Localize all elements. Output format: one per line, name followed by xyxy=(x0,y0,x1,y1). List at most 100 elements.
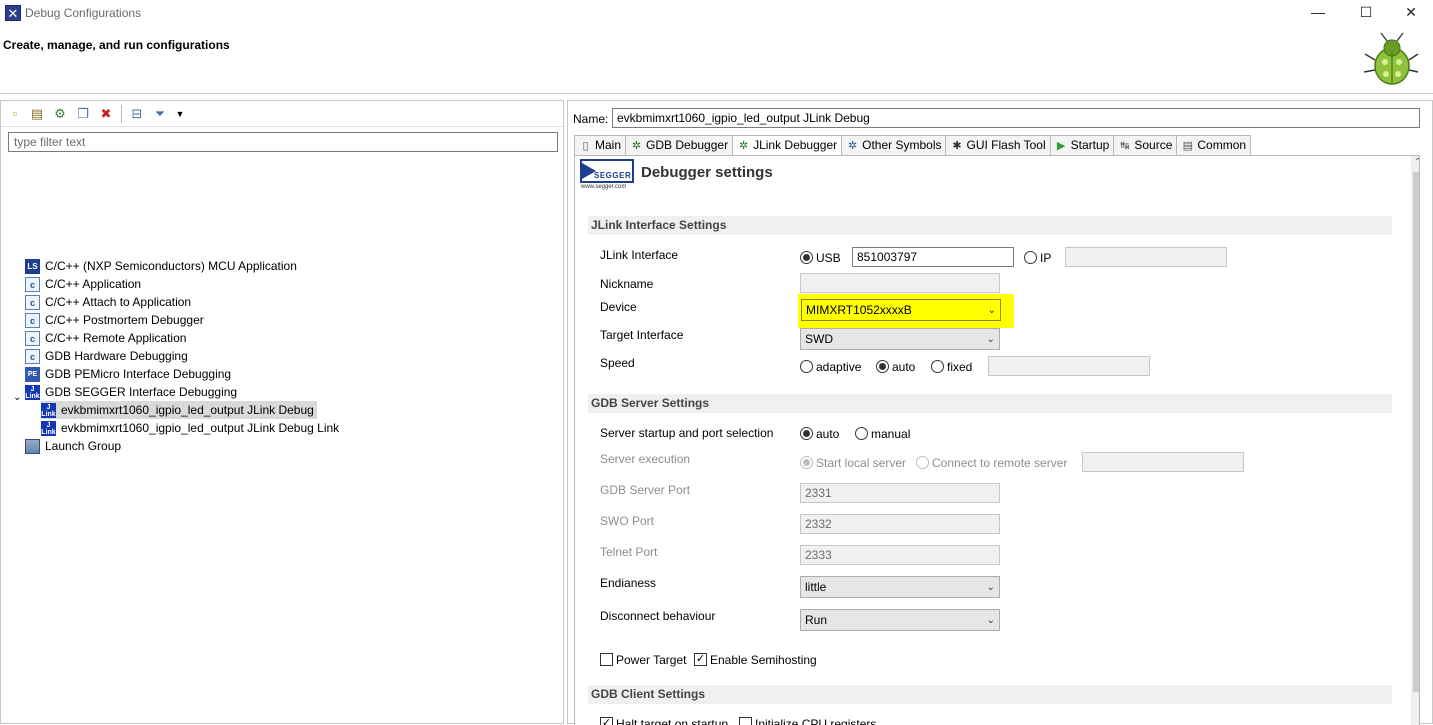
nickname-label: Nickname xyxy=(600,277,654,291)
tab-startup[interactable]: ▶ Startup xyxy=(1049,135,1115,155)
enable-semihosting-checkbox[interactable]: ✓ Enable Semihosting xyxy=(694,652,817,667)
radio-indicator xyxy=(800,360,813,374)
radio-label: manual xyxy=(871,426,911,441)
tree-item-cpp-remote[interactable]: c C/C++ Remote Application xyxy=(25,329,186,347)
power-target-checkbox[interactable]: Power Target xyxy=(600,652,686,667)
tab-jlink-debugger[interactable]: ✲ JLink Debugger xyxy=(732,135,843,156)
server-startup-label: Server startup and port selection xyxy=(600,426,774,440)
tab-label: Source xyxy=(1134,138,1173,152)
ls-icon: LS xyxy=(25,259,40,275)
bug-icon: ✲ xyxy=(848,140,858,152)
tab-common[interactable]: ▤ Common xyxy=(1176,135,1252,155)
target-interface-select[interactable]: SWD ⌄ xyxy=(800,328,1000,350)
tree-item-label: C/C++ Remote Application xyxy=(45,331,187,345)
usb-radio[interactable]: USB xyxy=(800,250,841,265)
tab-label: Startup xyxy=(1070,138,1110,152)
radio-label: fixed xyxy=(947,359,973,374)
bug-icon: ✲ xyxy=(738,140,749,152)
tab-source[interactable]: ↹ Source xyxy=(1113,135,1178,155)
target-interface-label: Target Interface xyxy=(600,328,684,342)
connect-remote-server-radio[interactable]: Connect to remote server xyxy=(916,455,1067,470)
tree-item-label: evkbmimxrt1060_igpio_led_output JLink De… xyxy=(61,403,314,417)
chevron-up-icon[interactable]: ⌃ xyxy=(1414,157,1419,168)
filter-input[interactable]: type filter text xyxy=(8,132,558,152)
configuration-name-input[interactable]: evkbmimxrt1060_igpio_led_output JLink De… xyxy=(612,108,1420,128)
device-value: MIMXRT1052xxxxB xyxy=(806,303,912,317)
radio-label: auto xyxy=(892,359,916,374)
delete-icon[interactable]: ✖ xyxy=(98,106,114,122)
chevron-down-icon: ⌄ xyxy=(987,305,996,316)
tree-item-jlink-debug-link[interactable]: J Link evkbmimxrt1060_igpio_led_output JLi… xyxy=(41,419,339,437)
start-local-server-radio[interactable]: Start local server xyxy=(800,455,906,470)
tab-other-symbols[interactable]: ✲ Other Symbols xyxy=(841,135,947,155)
tree-item-cpp-postmortem[interactable]: c C/C++ Postmortem Debugger xyxy=(25,311,204,329)
new-prototype-icon[interactable]: ▤ xyxy=(29,106,45,122)
play-icon: ▶ xyxy=(1056,140,1066,152)
jlink-interface-label: JLink Interface xyxy=(600,248,679,262)
tab-gui-flash-tool[interactable]: ✱ GUI Flash Tool xyxy=(945,135,1051,155)
debugger-settings-heading: Debugger settings xyxy=(641,164,773,181)
chevron-down-icon[interactable]: ⌄ xyxy=(13,392,21,403)
filter-icon[interactable]: ⏷ xyxy=(152,106,168,122)
tree-item-label: GDB PEMicro Interface Debugging xyxy=(45,367,232,381)
chevron-down-icon[interactable]: ▼ xyxy=(172,106,188,122)
tree-item-nxp-mcu-application[interactable]: LS C/C++ (NXP Semiconductors) MCU Applica… xyxy=(25,257,297,275)
disconnect-behaviour-value: Run xyxy=(805,613,828,627)
scrollbar-thumb[interactable] xyxy=(1413,172,1419,692)
tree-item-label: C/C++ Postmortem Debugger xyxy=(45,313,204,327)
tab-gdb-debugger[interactable]: ✲ GDB Debugger xyxy=(625,135,734,155)
c-icon: c xyxy=(25,295,40,311)
radio-indicator xyxy=(916,456,929,470)
export-icon[interactable]: ⚙ xyxy=(52,106,68,122)
tab-main[interactable]: ▯ Main xyxy=(574,135,627,155)
server-manual-radio[interactable]: manual xyxy=(855,426,910,441)
telnet-port-input[interactable]: 2333 xyxy=(800,545,1000,565)
ip-address-input[interactable] xyxy=(1065,247,1227,267)
tree-item-jlink-debug-selected[interactable]: J Link evkbmimxrt1060_igpio_led_output JLi… xyxy=(41,401,317,419)
endianess-select[interactable]: little ⌄ xyxy=(800,576,1000,598)
usb-serial-input[interactable]: 851003797 xyxy=(852,247,1014,267)
bug-icon: ✲ xyxy=(631,140,642,152)
disconnect-behaviour-select[interactable]: Run ⌄ xyxy=(800,609,1000,631)
minimize-button[interactable]: — xyxy=(1295,0,1341,26)
pe-icon: PE xyxy=(25,367,40,383)
speed-fixed-radio[interactable]: fixed xyxy=(931,359,972,374)
nickname-input[interactable] xyxy=(800,273,1000,293)
new-configuration-icon[interactable]: ▫ xyxy=(7,106,23,122)
device-select[interactable]: MIMXRT1052xxxxB ⌄ xyxy=(801,299,1001,321)
title-bar: ✕ Debug Configurations — ☐ ✕ xyxy=(0,0,1433,26)
tree-item-gdb-pemicro[interactable]: PE GDB PEMicro Interface Debugging xyxy=(25,365,231,383)
checkbox-indicator xyxy=(600,653,613,667)
maximize-button[interactable]: ☐ xyxy=(1343,0,1389,26)
speed-fixed-input[interactable] xyxy=(988,356,1150,376)
c-icon: c xyxy=(25,331,40,347)
tab-label: JLink Debugger xyxy=(753,138,838,152)
checkbox-label: Power Target xyxy=(616,652,687,667)
remote-server-input[interactable] xyxy=(1082,452,1244,472)
close-button[interactable]: ✕ xyxy=(1388,0,1433,26)
radio-indicator xyxy=(800,427,813,441)
tree-item-cpp-attach[interactable]: c C/C++ Attach to Application xyxy=(25,293,191,311)
tree-item-label: GDB Hardware Debugging xyxy=(45,349,188,363)
duplicate-icon[interactable]: ❐ xyxy=(75,106,91,122)
configuration-list-pane: ▫ ▤ ⚙ ❐ ✖ ⊟ ⏷ ▼ type filter text ⌄ LS C/C… xyxy=(0,100,564,724)
tree-item-gdb-segger[interactable]: J Link GDB SEGGER Interface Debugging xyxy=(25,383,237,401)
tree-item-launch-group[interactable]: Launch Group xyxy=(25,437,121,455)
source-icon: ↹ xyxy=(1120,140,1130,152)
tab-label: GDB Debugger xyxy=(646,138,729,152)
gdb-server-port-input[interactable]: 2331 xyxy=(800,483,1000,503)
speed-adaptive-radio[interactable]: adaptive xyxy=(800,359,861,374)
tree-item-cpp-application[interactable]: c C/C++ Application xyxy=(25,275,141,293)
server-auto-radio[interactable]: auto xyxy=(800,426,839,441)
collapse-all-icon[interactable]: ⊟ xyxy=(129,106,145,122)
toolbar-separator xyxy=(121,105,122,123)
ip-radio[interactable]: IP xyxy=(1024,250,1051,265)
swo-port-input[interactable]: 2332 xyxy=(800,514,1000,534)
chevron-down-icon: ⌄ xyxy=(986,334,995,345)
radio-label: adaptive xyxy=(816,359,862,374)
tree-item-gdb-hardware[interactable]: c GDB Hardware Debugging xyxy=(25,347,188,365)
flash-icon: ✱ xyxy=(952,140,962,152)
speed-label: Speed xyxy=(600,356,635,370)
dialog-header: Create, manage, and run configurations xyxy=(0,26,1433,94)
speed-auto-radio[interactable]: auto xyxy=(876,359,915,374)
